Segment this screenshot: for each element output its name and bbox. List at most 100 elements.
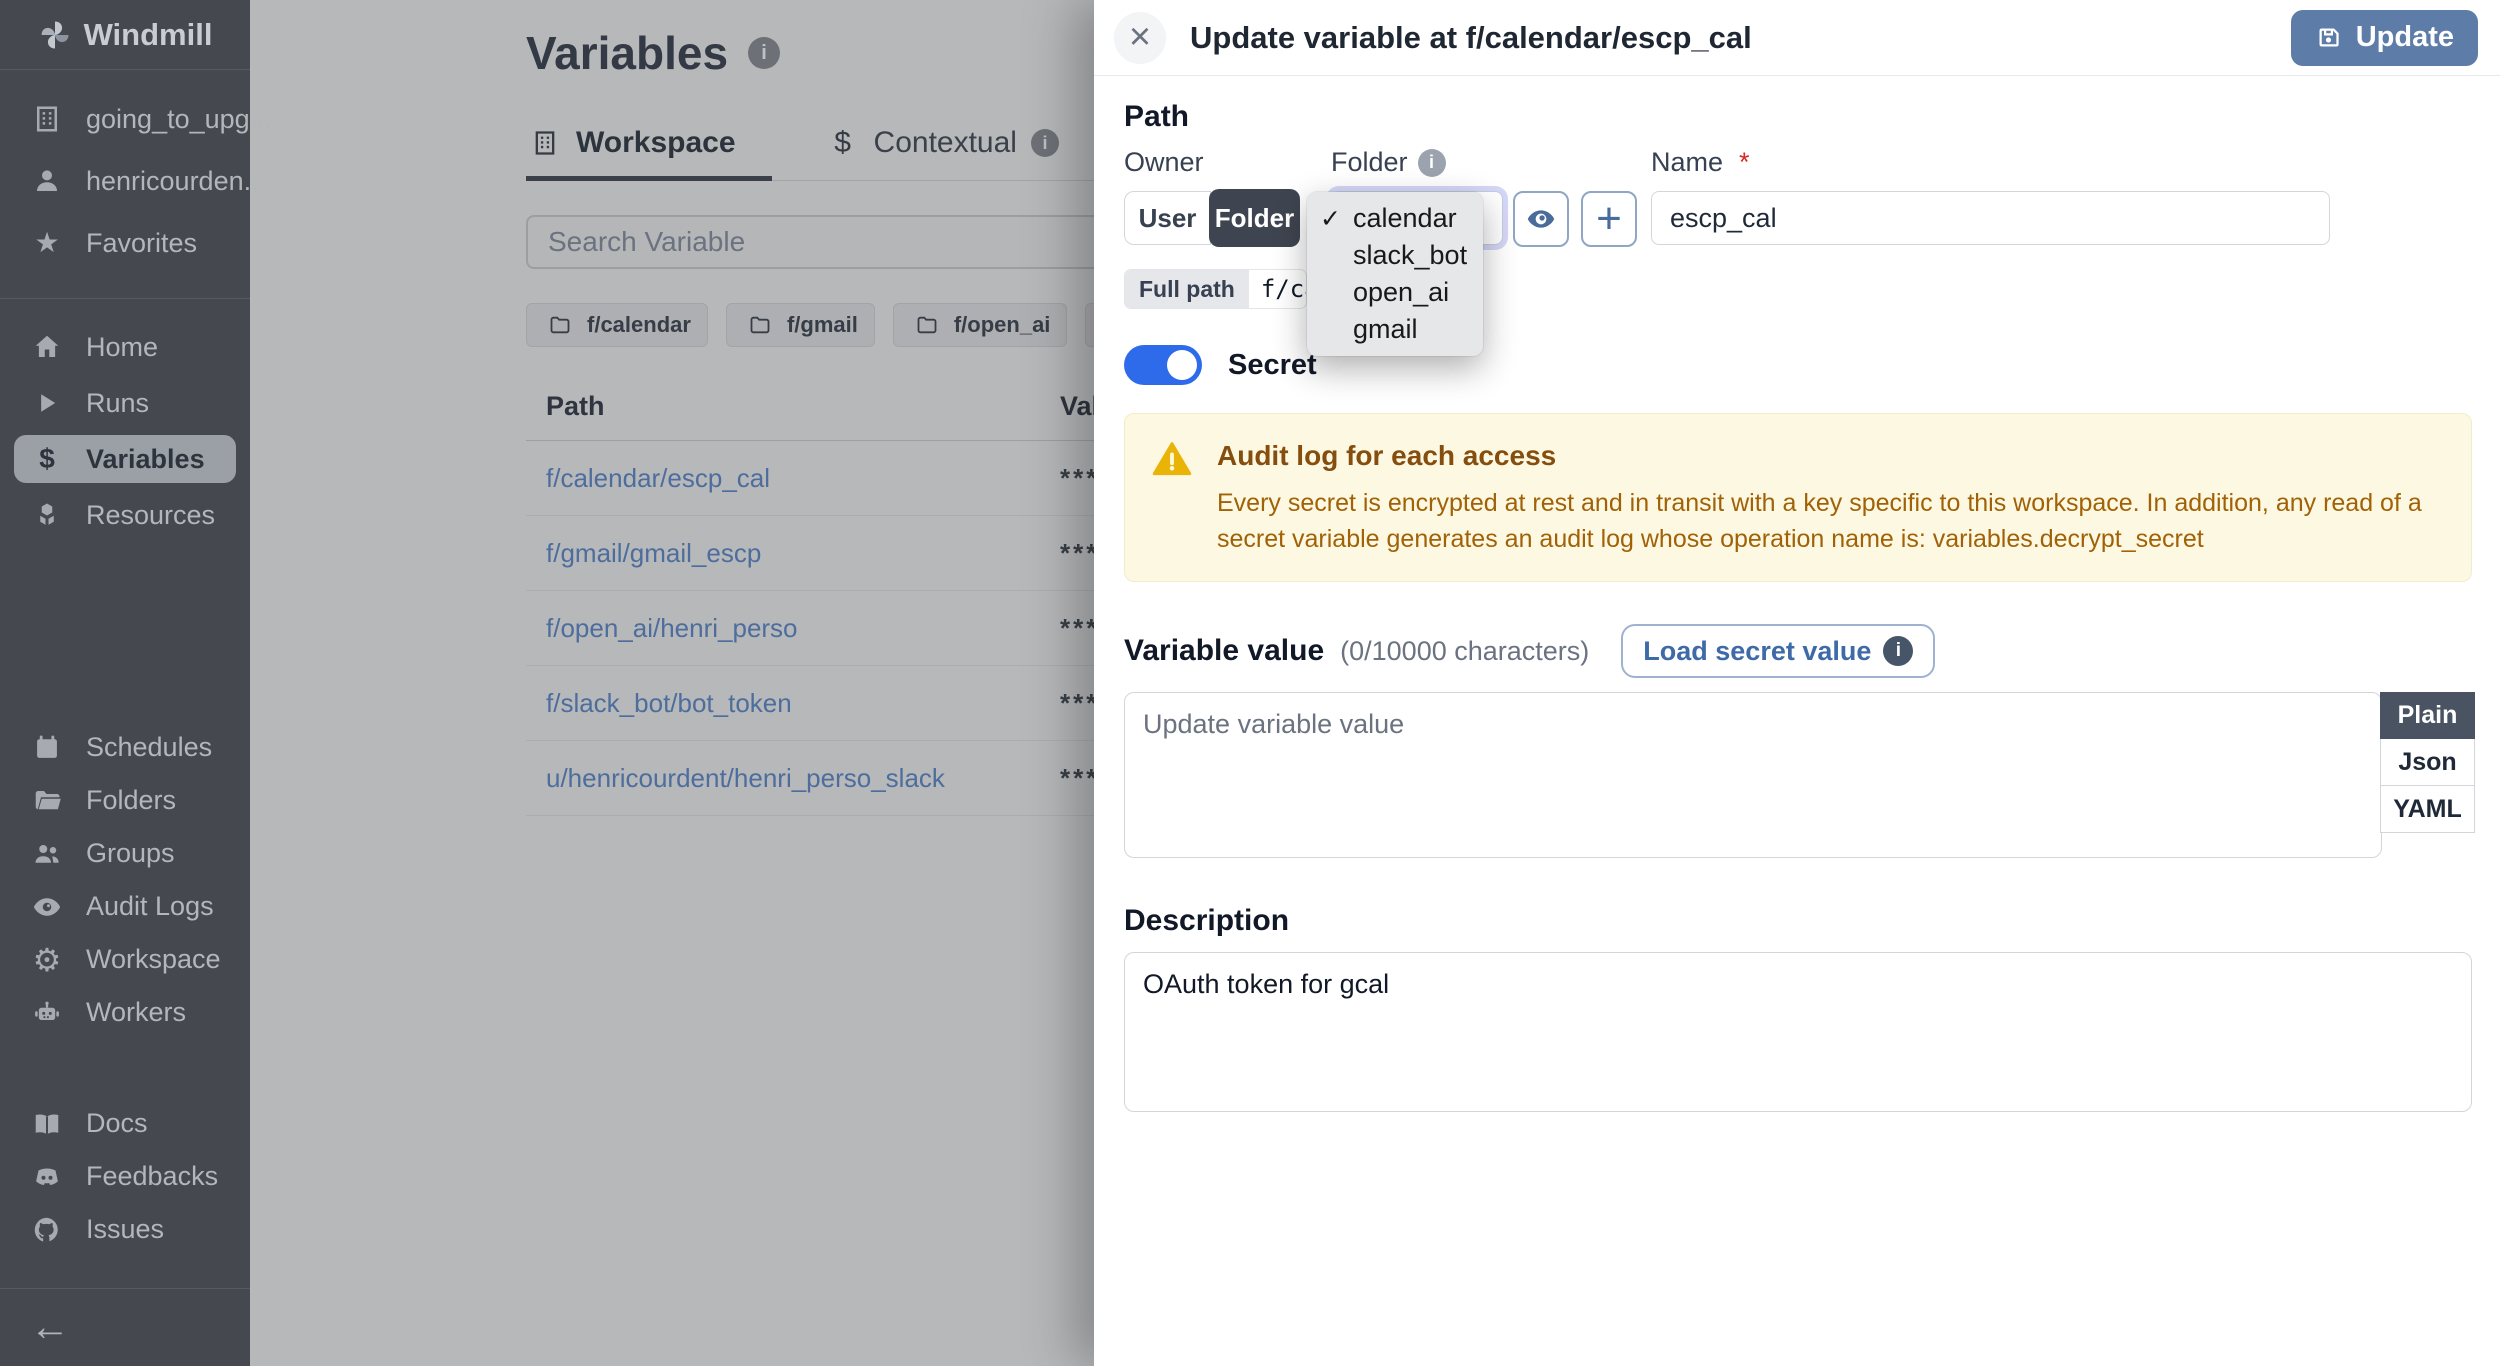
building-icon — [528, 129, 562, 157]
variable-path-link[interactable]: f/slack_bot/bot_token — [546, 688, 1060, 719]
warning-title: Audit log for each access — [1217, 438, 2445, 472]
info-icon[interactable]: i — [748, 37, 780, 69]
value-format-tabs: Plain Json YAML — [2380, 692, 2475, 833]
close-icon[interactable]: × — [1114, 12, 1166, 64]
description-textarea[interactable]: OAuth token for gcal — [1124, 952, 2472, 1112]
update-button[interactable]: Update — [2291, 10, 2478, 66]
sidebar-item-docs[interactable]: Docs — [0, 1097, 250, 1150]
save-icon — [2315, 24, 2342, 51]
warning-body: Every secret is encrypted at rest and in… — [1217, 486, 2445, 557]
add-folder-button[interactable]: + — [1581, 191, 1637, 247]
owner-toggle: User Folder — [1124, 191, 1300, 245]
eye-icon — [30, 892, 64, 922]
name-label: Name — [1651, 147, 1723, 178]
page-title: Variables — [526, 26, 728, 80]
building-icon — [30, 104, 64, 134]
name-input[interactable] — [1651, 191, 2330, 245]
folder-outline-icon — [543, 313, 577, 337]
variable-path-link[interactable]: u/henricourdent/henri_perso_slack — [546, 763, 1060, 794]
format-tab-plain[interactable]: Plain — [2380, 692, 2475, 739]
owner-option-folder[interactable]: Folder — [1209, 189, 1300, 247]
folder-outline-icon — [743, 313, 777, 337]
chip-folder-open-ai[interactable]: f/open_ai — [893, 303, 1068, 347]
user-name: henricourden... — [86, 166, 266, 197]
sidebar-item-issues[interactable]: Issues — [0, 1203, 250, 1256]
info-icon: i — [1883, 636, 1913, 666]
collapse-sidebar-row: ← — [0, 1288, 250, 1366]
sidebar-item-schedules[interactable]: Schedules — [0, 721, 250, 774]
full-path-display: Full path f/calendar/escp_cal — [1124, 269, 1307, 309]
sidebar-item-home[interactable]: Home — [0, 319, 250, 375]
folder-icon — [30, 786, 64, 816]
chip-folder-gmail[interactable]: f/gmail — [726, 303, 875, 347]
audit-log-warning: Audit log for each access Every secret i… — [1124, 413, 2472, 582]
sidebar-item-variables[interactable]: $ Variables — [14, 435, 236, 483]
sidebar-item-workspace-settings[interactable]: ⚙ Workspace — [0, 933, 250, 986]
path-section-heading: Path — [1124, 100, 2472, 134]
tab-workspace[interactable]: Workspace — [526, 126, 772, 181]
variable-path-link[interactable]: f/gmail/gmail_escp — [546, 538, 1060, 569]
arrow-left-icon[interactable]: ← — [30, 1305, 70, 1350]
info-icon: i — [1031, 129, 1059, 157]
warning-triangle-icon — [1151, 438, 1193, 557]
checkmark-icon: ✓ — [1320, 204, 1341, 234]
folder-label: Folder — [1331, 147, 1408, 178]
tab-contextual[interactable]: $ Contextual i — [824, 126, 1095, 181]
brand-label: Windmill — [84, 17, 213, 53]
windmill-logo[interactable]: Windmill — [0, 0, 250, 70]
format-tab-json[interactable]: Json — [2380, 739, 2475, 786]
plus-icon: + — [1596, 194, 1622, 244]
dropdown-option-gmail[interactable]: gmail — [1307, 311, 1483, 348]
variable-path-link[interactable]: f/open_ai/henri_perso — [546, 613, 1060, 644]
play-icon — [30, 389, 64, 417]
chip-folder-calendar[interactable]: f/calendar — [526, 303, 708, 347]
full-path-value: f/calendar/escp_cal — [1249, 270, 1306, 308]
sidebar-divider — [0, 298, 250, 299]
sidebar-item-feedbacks[interactable]: Feedbacks — [0, 1150, 250, 1203]
calendar-icon — [30, 734, 64, 762]
required-asterisk: * — [1739, 147, 1750, 178]
folder-dropdown-menu: ✓ calendar slack_bot open_ai gmail — [1307, 192, 1483, 356]
star-icon: ★ — [30, 229, 64, 257]
github-icon — [30, 1215, 64, 1245]
sidebar-item-folders[interactable]: Folders — [0, 774, 250, 827]
dropdown-option-calendar[interactable]: ✓ calendar — [1307, 200, 1483, 237]
view-folder-button[interactable] — [1513, 191, 1569, 247]
sidebar: Windmill going_to_upg... henricourden...… — [0, 0, 250, 1366]
sidebar-item-workers[interactable]: Workers — [0, 986, 250, 1039]
variable-value-textarea[interactable] — [1124, 692, 2382, 858]
sidebar-item-runs[interactable]: Runs — [0, 375, 250, 431]
sidebar-item-workspace-select[interactable]: going_to_upg... — [0, 88, 250, 150]
sidebar-item-audit-logs[interactable]: Audit Logs — [0, 880, 250, 933]
pinwheel-icon — [38, 17, 72, 53]
dropdown-option-slack-bot[interactable]: slack_bot — [1307, 237, 1483, 274]
sidebar-item-resources[interactable]: Resources — [0, 487, 250, 543]
format-tab-yaml[interactable]: YAML — [2380, 786, 2475, 833]
full-path-label: Full path — [1125, 270, 1249, 308]
owner-option-user[interactable]: User — [1124, 191, 1211, 245]
variable-value-heading: Variable value — [1124, 634, 1324, 668]
groups-icon — [30, 839, 64, 869]
drawer-title: Update variable at f/calendar/escp_cal — [1190, 20, 1752, 56]
workspace-name: going_to_upg... — [86, 104, 272, 135]
sidebar-item-favorites[interactable]: ★ Favorites — [0, 212, 250, 274]
variable-path-link[interactable]: f/calendar/escp_cal — [546, 463, 1060, 494]
character-counter: (0/10000 characters) — [1340, 636, 1589, 667]
eye-icon — [1525, 203, 1557, 235]
dollar-icon: $ — [826, 128, 860, 158]
discord-icon — [30, 1162, 64, 1192]
sidebar-item-user[interactable]: henricourden... — [0, 150, 250, 212]
path-column-header: Path — [546, 391, 1060, 422]
description-heading: Description — [1124, 904, 2472, 938]
secret-toggle[interactable] — [1124, 345, 1202, 385]
drawer-header: × Update variable at f/calendar/escp_cal… — [1094, 0, 2500, 76]
dollar-icon: $ — [30, 445, 64, 473]
update-variable-drawer: × Update variable at f/calendar/escp_cal… — [1094, 0, 2500, 1366]
book-icon — [30, 1109, 64, 1139]
user-icon — [30, 166, 64, 196]
home-icon — [30, 332, 64, 362]
sidebar-item-groups[interactable]: Groups — [0, 827, 250, 880]
dropdown-option-open-ai[interactable]: open_ai — [1307, 274, 1483, 311]
drawer-body: Path Owner User Folder Folder i — [1094, 100, 2500, 1112]
load-secret-value-button[interactable]: Load secret value i — [1621, 624, 1935, 678]
